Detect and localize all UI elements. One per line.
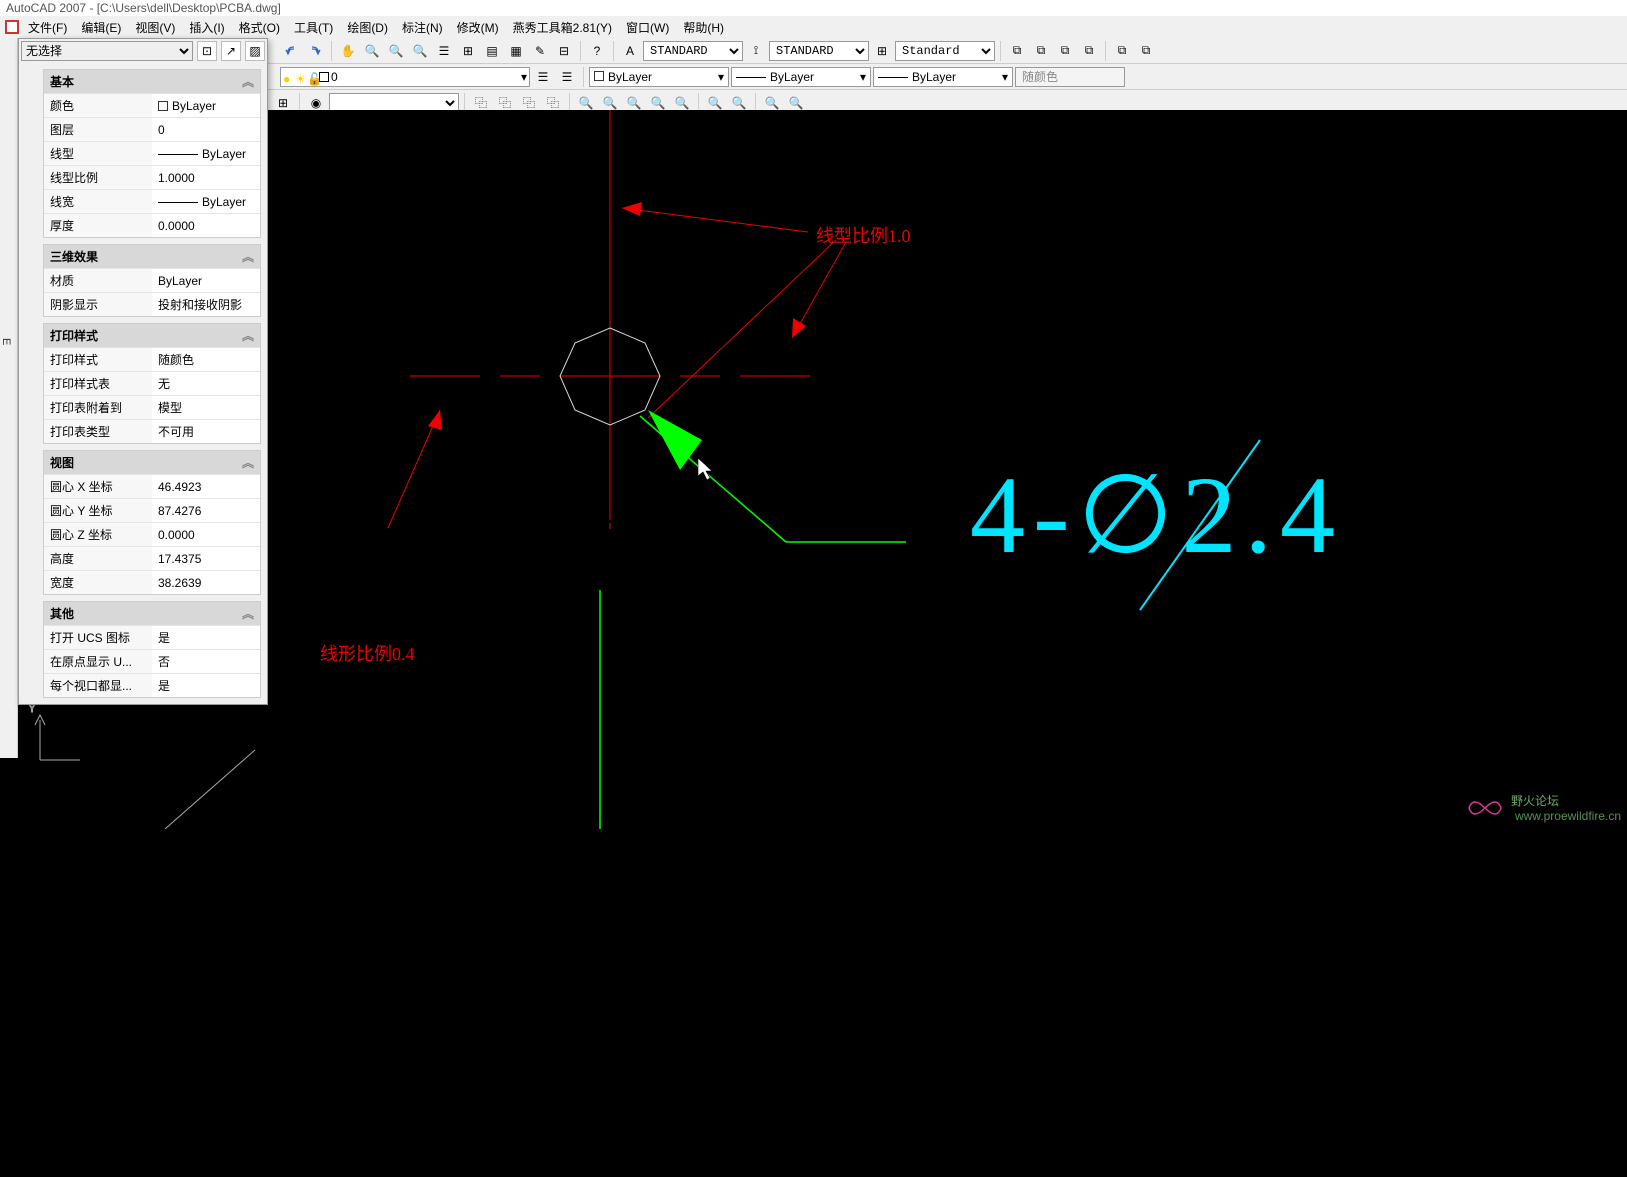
selectobj-button[interactable]: ▨ [245, 41, 265, 61]
selection-dropdown[interactable]: 无选择 [21, 41, 193, 61]
group-basic: 基本︽ 颜色ByLayer 图层0 线型ByLayer 线型比例1.0000 线… [43, 69, 261, 238]
calc-button[interactable]: ⊟ [553, 40, 575, 62]
mouse-cursor-icon [698, 458, 1627, 1177]
tool-palette-button[interactable]: ▤ [481, 40, 503, 62]
color-dropdown[interactable]: ByLayer▾ [589, 67, 729, 87]
menu-help[interactable]: 帮助(H) [677, 17, 730, 38]
quickselect-button[interactable]: ⊡ [197, 41, 217, 61]
layer-on-icon: ● [283, 72, 293, 82]
markup-button[interactable]: ✎ [529, 40, 551, 62]
chevron-up-icon[interactable]: ︽ [242, 605, 254, 622]
layer-prev-button[interactable]: ☰ [556, 66, 578, 88]
menu-dim[interactable]: 标注(N) [396, 17, 449, 38]
table-style-dropdown[interactable]: Standard [895, 41, 995, 61]
block-button[interactable]: ⧉ [1006, 40, 1028, 62]
chevron-up-icon[interactable]: ︽ [242, 248, 254, 265]
design-center-button[interactable]: ⊞ [457, 40, 479, 62]
menu-bar: 文件(F) 编辑(E) 视图(V) 插入(I) 格式(O) 工具(T) 绘图(D… [0, 16, 1627, 38]
properties-collapsed-tab[interactable]: E [0, 38, 18, 758]
menu-view[interactable]: 视图(V) [129, 17, 181, 38]
title-bar: AutoCAD 2007 - [C:\Users\dell\Desktop\PC… [0, 0, 1627, 16]
pan-button[interactable]: ✋ [337, 40, 359, 62]
zoom-prev-button[interactable]: 🔍 [409, 40, 431, 62]
sheet-set-button[interactable]: ▦ [505, 40, 527, 62]
layer-lock-icon: 🔓 [307, 72, 317, 82]
menu-insert[interactable]: 插入(I) [183, 17, 230, 38]
group-3d: 三维效果︽ 材质ByLayer 阴影显示投射和接收阴影 [43, 244, 261, 317]
pickadd-button[interactable]: ↗ [221, 41, 241, 61]
properties-button[interactable]: ☰ [433, 40, 455, 62]
layer-manage-button[interactable]: ☰ [532, 66, 554, 88]
chevron-up-icon[interactable]: ︽ [242, 73, 254, 90]
group-other: 其他︽ 打开 UCS 图标是 在原点显示 U...否 每个视口都显...是 [43, 601, 261, 698]
zoom-realtime-button[interactable]: 🔍 [361, 40, 383, 62]
menu-file[interactable]: 文件(F) [22, 17, 73, 38]
insert-button[interactable]: ⧉ [1030, 40, 1052, 62]
dim-style-dropdown[interactable]: STANDARD [769, 41, 869, 61]
properties-tab-label: E [0, 338, 12, 345]
layer-color-swatch [319, 72, 329, 82]
menu-yanxiu[interactable]: 燕秀工具箱2.81(Y) [507, 17, 618, 38]
lineweight-dropdown[interactable]: ByLayer▾ [873, 67, 1013, 87]
menu-tools[interactable]: 工具(T) [288, 17, 339, 38]
chevron-up-icon[interactable]: ︽ [242, 454, 254, 471]
layer-name: 0 [331, 70, 338, 84]
tablestyle-icon: ⊞ [871, 40, 893, 62]
properties-panel: 无选择 ⊡ ↗ ▨ 基本︽ 颜色ByLayer 图层0 线型ByLayer 线型… [18, 38, 268, 705]
menu-window[interactable]: 窗口(W) [620, 17, 675, 38]
group-plot: 打印样式︽ 打印样式随颜色 打印样式表无 打印表附着到模型 打印表类型不可用 [43, 323, 261, 444]
xref-button[interactable]: ⧉ [1054, 40, 1076, 62]
group-view: 视图︽ 圆心 X 坐标46.4923 圆心 Y 坐标87.4276 圆心 Z 坐… [43, 450, 261, 595]
tool4-button[interactable]: ⧉ [1135, 40, 1157, 62]
linetype-dropdown[interactable]: ByLayer▾ [731, 67, 871, 87]
chevron-up-icon[interactable]: ︽ [242, 327, 254, 344]
textstyle-icon: A [619, 40, 641, 62]
menu-edit[interactable]: 编辑(E) [75, 17, 127, 38]
tool3-button[interactable]: ⧉ [1111, 40, 1133, 62]
layer-freeze-icon: ☀ [295, 72, 305, 82]
zoom-window-button[interactable]: 🔍 [385, 40, 407, 62]
undo-button[interactable] [280, 40, 302, 62]
annotation-linescale-04: 线形比例0.4 [320, 640, 415, 666]
app-icon [4, 19, 20, 35]
plotstyle-dropdown[interactable]: 随颜色 [1015, 67, 1125, 87]
menu-format[interactable]: 格式(O) [233, 17, 286, 38]
text-style-dropdown[interactable]: STANDARD [643, 41, 743, 61]
layer-dropdown[interactable]: ● ☀ 🔓 0 ▾ [280, 67, 530, 87]
annotation-linescale-1: 线型比例1.0 [816, 222, 911, 248]
menu-draw[interactable]: 绘图(D) [341, 17, 394, 38]
dimstyle-icon: ⟟ [745, 40, 767, 62]
properties-body: 基本︽ 颜色ByLayer 图层0 线型ByLayer 线型比例1.0000 线… [19, 63, 267, 704]
redo-button[interactable] [304, 40, 326, 62]
layer-states-button[interactable]: ⧉ [1078, 40, 1100, 62]
help-button[interactable]: ? [586, 40, 608, 62]
menu-modify[interactable]: 修改(M) [451, 17, 505, 38]
